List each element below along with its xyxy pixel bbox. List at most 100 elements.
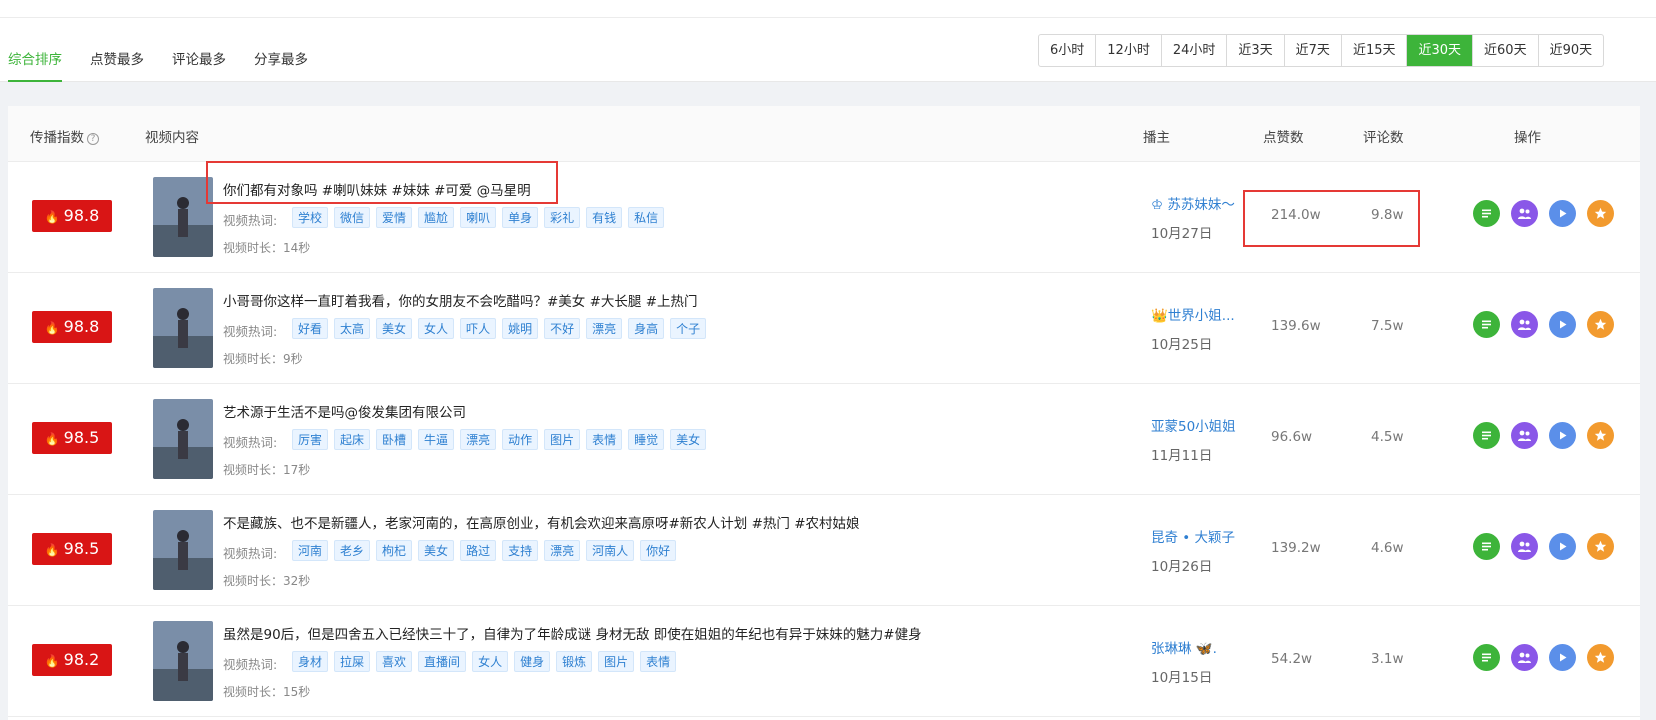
spread-index-value: 98.5: [63, 539, 100, 558]
hot-word-tag[interactable]: 拉屎: [334, 651, 371, 672]
help-icon[interactable]: ?: [87, 133, 99, 145]
video-thumbnail[interactable]: [153, 621, 213, 701]
author-name[interactable]: ♔ 苏苏妹妹～: [1151, 193, 1235, 213]
hot-word-tag[interactable]: 漂亮: [460, 429, 497, 450]
hot-word-tag[interactable]: 起床: [334, 429, 371, 450]
hot-word-tag[interactable]: 漂亮: [544, 540, 581, 561]
hot-word-tag[interactable]: 不好: [544, 318, 581, 339]
time-range-3d[interactable]: 近3天: [1227, 35, 1285, 66]
time-range-90d[interactable]: 近90天: [1539, 35, 1604, 66]
list-icon[interactable]: [1473, 422, 1500, 449]
hot-word-tag[interactable]: 图片: [598, 651, 635, 672]
hot-word-tag[interactable]: 牛逼: [418, 429, 455, 450]
play-icon[interactable]: [1549, 422, 1576, 449]
list-icon[interactable]: [1473, 644, 1500, 671]
video-title[interactable]: 艺术源于生活不是吗@俊发集团有限公司: [223, 401, 466, 421]
video-title[interactable]: 虽然是90后，但是四舍五入已经快三十了，自律为了年龄成谜 身材无敌 即使在姐姐的…: [223, 623, 922, 643]
users-icon[interactable]: [1511, 311, 1538, 338]
hot-word-tag[interactable]: 身材: [292, 651, 329, 672]
hot-word-tag[interactable]: 河南: [292, 540, 329, 561]
hot-word-tag[interactable]: 锻炼: [556, 651, 593, 672]
play-icon[interactable]: [1549, 644, 1576, 671]
hot-word-tag[interactable]: 漂亮: [586, 318, 623, 339]
header-comments: 评论数: [1363, 130, 1404, 146]
hot-word-tag[interactable]: 姚明: [502, 318, 539, 339]
hot-word-tag[interactable]: 太高: [334, 318, 371, 339]
hot-word-tag[interactable]: 枸杞: [376, 540, 413, 561]
star-icon[interactable]: [1587, 644, 1614, 671]
star-icon[interactable]: [1587, 422, 1614, 449]
hot-word-tag[interactable]: 女人: [418, 318, 455, 339]
sort-tab-comprehensive[interactable]: 综合排序: [8, 48, 62, 82]
video-title[interactable]: 小哥哥你这样一直盯着我看，你的女朋友不会吃醋吗？#美女 #大长腿 #上热门: [223, 290, 698, 310]
star-icon[interactable]: [1587, 200, 1614, 227]
video-thumbnail[interactable]: [153, 177, 213, 257]
author-name[interactable]: 👑世界小姐...: [1151, 304, 1235, 324]
spread-index-badge: 🔥 98.8: [32, 311, 112, 343]
list-icon[interactable]: [1473, 200, 1500, 227]
hot-word-tag[interactable]: 私信: [628, 207, 665, 228]
hot-word-tag[interactable]: 个子: [670, 318, 707, 339]
hot-word-tag[interactable]: 河南人: [586, 540, 635, 561]
time-range-24h[interactable]: 24小时: [1162, 35, 1228, 66]
users-icon[interactable]: [1511, 533, 1538, 560]
hot-word-tag[interactable]: 支持: [502, 540, 539, 561]
hot-word-tag[interactable]: 厉害: [292, 429, 329, 450]
star-icon[interactable]: [1587, 311, 1614, 338]
hot-word-tag[interactable]: 美女: [670, 429, 707, 450]
hot-word-tag[interactable]: 身高: [628, 318, 665, 339]
hot-word-tag[interactable]: 学校: [292, 207, 329, 228]
hot-word-tag[interactable]: 好看: [292, 318, 329, 339]
hot-word-tag[interactable]: 表情: [586, 429, 623, 450]
time-range-30d[interactable]: 近30天: [1407, 35, 1474, 66]
time-range-60d[interactable]: 近60天: [1473, 35, 1539, 66]
time-range-6h[interactable]: 6小时: [1039, 35, 1097, 66]
video-title[interactable]: 不是藏族、也不是新疆人，老家河南的，在高原创业，有机会欢迎来高原呀#新农人计划 …: [223, 512, 860, 532]
hot-word-tag[interactable]: 你好: [640, 540, 677, 561]
time-range-7d[interactable]: 近7天: [1285, 35, 1342, 66]
author-name[interactable]: 昆奇 • 大颖子: [1151, 526, 1235, 546]
video-thumbnail[interactable]: [153, 510, 213, 590]
fire-icon: 🔥: [44, 321, 60, 335]
hot-word-tag[interactable]: 老乡: [334, 540, 371, 561]
star-icon[interactable]: [1587, 533, 1614, 560]
hot-word-tag[interactable]: 美女: [376, 318, 413, 339]
author-name[interactable]: 张琳琳 🦋.: [1151, 637, 1217, 657]
hot-word-tag[interactable]: 路过: [460, 540, 497, 561]
hot-word-tag[interactable]: 喇叭: [460, 207, 497, 228]
play-icon[interactable]: [1549, 200, 1576, 227]
sort-tab-most-comments[interactable]: 评论最多: [172, 48, 226, 82]
time-range-15d[interactable]: 近15天: [1342, 35, 1408, 66]
hot-word-tag[interactable]: 睡觉: [628, 429, 665, 450]
hot-word-tag[interactable]: 吓人: [460, 318, 497, 339]
video-thumbnail[interactable]: [153, 288, 213, 368]
hot-word-tag[interactable]: 爱情: [376, 207, 413, 228]
hot-word-tag[interactable]: 动作: [502, 429, 539, 450]
users-icon[interactable]: [1511, 200, 1538, 227]
time-range-12h[interactable]: 12小时: [1096, 35, 1162, 66]
hot-word-tag[interactable]: 女人: [472, 651, 509, 672]
hot-word-tag[interactable]: 健身: [514, 651, 551, 672]
list-icon[interactable]: [1473, 533, 1500, 560]
play-icon[interactable]: [1549, 533, 1576, 560]
users-icon[interactable]: [1511, 644, 1538, 671]
hot-word-tag[interactable]: 喜欢: [376, 651, 413, 672]
hot-word-tag[interactable]: 图片: [544, 429, 581, 450]
hot-word-tag[interactable]: 表情: [640, 651, 677, 672]
sort-tab-most-shares[interactable]: 分享最多: [254, 48, 308, 82]
hot-word-tag[interactable]: 微信: [334, 207, 371, 228]
hot-word-tag[interactable]: 尴尬: [418, 207, 455, 228]
video-thumbnail[interactable]: [153, 399, 213, 479]
hot-word-tag[interactable]: 直播间: [418, 651, 467, 672]
play-icon[interactable]: [1549, 311, 1576, 338]
list-icon[interactable]: [1473, 311, 1500, 338]
video-duration: 视频时长：32秒: [223, 574, 311, 588]
hot-word-tag[interactable]: 彩礼: [544, 207, 581, 228]
hot-word-tag[interactable]: 单身: [502, 207, 539, 228]
hot-word-tag[interactable]: 卧槽: [376, 429, 413, 450]
hot-word-tag[interactable]: 有钱: [586, 207, 623, 228]
author-name[interactable]: 亚蒙50小姐姐: [1151, 415, 1236, 435]
users-icon[interactable]: [1511, 422, 1538, 449]
hot-word-tag[interactable]: 美女: [418, 540, 455, 561]
sort-tab-most-likes[interactable]: 点赞最多: [90, 48, 144, 82]
